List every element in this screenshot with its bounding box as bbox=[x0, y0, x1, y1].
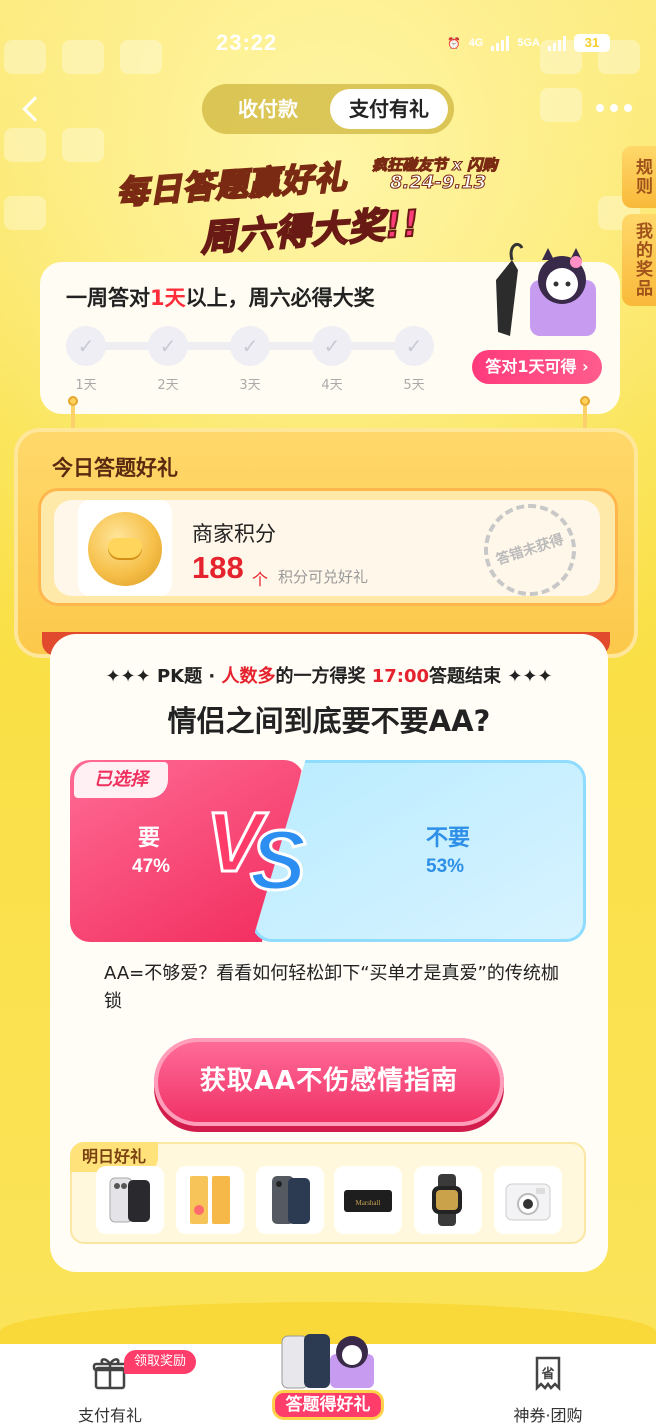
option-no-percent: 53% bbox=[426, 856, 465, 877]
question-card: ✦✦✦ PK题 · 人数多的一方得奖 17:00答题结束 ✦✦✦ 情侣之间到底要… bbox=[50, 634, 608, 1272]
check-icon: ✓ bbox=[394, 326, 434, 366]
hanger-right bbox=[580, 396, 590, 432]
status-icons: ⏰ 4G 5GA 31 bbox=[447, 34, 610, 52]
more-button[interactable] bbox=[596, 104, 632, 112]
banner-dates: 8.24-9.13 bbox=[389, 172, 487, 194]
chevron-left-icon bbox=[22, 96, 48, 122]
reward-note: 积分可兑好礼 bbox=[278, 568, 369, 586]
product-speaker[interactable]: Marshall bbox=[334, 1166, 402, 1234]
back-button[interactable] bbox=[20, 96, 50, 126]
tab-pay-collect[interactable]: 收付款 bbox=[210, 89, 326, 129]
day-step: ✓ 3天 bbox=[230, 326, 270, 393]
reward-name: 商家积分 bbox=[192, 522, 276, 546]
gold-ingot-icon bbox=[88, 512, 162, 586]
nav-quiz-label: 答题得好礼 bbox=[272, 1390, 384, 1420]
instant-camera-icon bbox=[505, 1183, 551, 1221]
reward-unit: 个 bbox=[252, 570, 269, 589]
product-phone[interactable] bbox=[256, 1166, 324, 1234]
red-envelope-icon bbox=[190, 1176, 230, 1224]
day-progress: ✓ 1天 ✓ 2天 ✓ 3天 ✓ 4天 ✓ 5天 bbox=[66, 326, 436, 393]
prize-mascot-umbrella-image bbox=[496, 243, 596, 336]
get-guide-button[interactable]: 获取AA不伤感情指南 bbox=[154, 1038, 504, 1126]
today-reward-card: 今日答题好礼 商家积分 188 个 积分可兑好礼 答错未获得 bbox=[14, 428, 638, 658]
rules-tab[interactable]: 规则 bbox=[622, 146, 656, 208]
check-icon: ✓ bbox=[66, 326, 106, 366]
option-yes-percent: 47% bbox=[132, 856, 171, 877]
check-icon: ✓ bbox=[148, 326, 188, 366]
status-time: 23:22 bbox=[216, 30, 278, 55]
event-banner: 每日答题赢好礼 周六得大奖!! 疯狂碰友节 x 闪购 8.24-9.13 bbox=[110, 150, 550, 261]
product-instant-camera[interactable] bbox=[494, 1166, 562, 1234]
vs-emblem: V S bbox=[204, 794, 326, 909]
my-prizes-tab[interactable]: 我的奖品 bbox=[622, 214, 656, 306]
reward-value: 188 bbox=[192, 550, 244, 585]
iphone-icon bbox=[109, 1177, 150, 1223]
svg-text:省: 省 bbox=[540, 1366, 554, 1382]
product-iphone[interactable] bbox=[96, 1166, 164, 1234]
check-icon: ✓ bbox=[312, 326, 352, 366]
reward-thumbnail bbox=[78, 500, 172, 596]
status-bar: 23:22 ⏰ 4G 5GA 31 bbox=[0, 28, 656, 62]
day-step: ✓ 1天 bbox=[66, 326, 106, 393]
nav-coupons-groupbuy[interactable]: 省 神券·团购 bbox=[478, 1354, 618, 1424]
gift-claim-button[interactable]: 答对1天可得 › bbox=[472, 350, 602, 384]
product-red-envelope[interactable] bbox=[176, 1166, 244, 1234]
nav-pay-rewards-label: 支付有礼 bbox=[77, 1406, 142, 1424]
alarm-icon: ⏰ bbox=[446, 37, 461, 50]
phone-icon bbox=[272, 1176, 310, 1224]
selected-badge: 已选择 bbox=[74, 762, 168, 798]
weekly-progress-card: 一周答对1天以上，周六必得大奖 ✓ 1天 ✓ 2天 ✓ 3天 ✓ 4天 ✓ 5天 答对1天… bbox=[40, 243, 620, 414]
day-step: ✓ 2天 bbox=[148, 326, 188, 393]
tomorrow-gifts: 明日好礼 Marshall bbox=[70, 1142, 586, 1244]
quiz-prizes-image bbox=[281, 1334, 374, 1389]
question-description: AA=不够爱？看看如何轻松卸下“买单才是真爱”的传统枷锁 bbox=[104, 963, 559, 1012]
claim-reward-tag: 领取奖励 bbox=[124, 1350, 196, 1374]
smartwatch-icon bbox=[432, 1174, 462, 1226]
option-yes-label: 要 bbox=[138, 826, 161, 851]
product-smartwatch[interactable] bbox=[414, 1166, 482, 1234]
vs-letter-s: S bbox=[248, 812, 307, 909]
question-header: ✦✦✦ PK题 · 人数多的一方得奖 17:00答题结束 ✦✦✦ bbox=[105, 666, 553, 687]
signal-icon-2 bbox=[548, 35, 566, 51]
nav-coupons-label: 神券·团购 bbox=[513, 1406, 583, 1424]
hanger-left bbox=[68, 396, 78, 432]
segment-control: 收付款 支付有礼 bbox=[202, 84, 454, 134]
svg-text:Marshall: Marshall bbox=[356, 1199, 381, 1207]
question-text: 情侣之间到底要不要AA? bbox=[167, 704, 491, 738]
nav-quiz-rewards[interactable]: 答题得好礼 bbox=[272, 1330, 384, 1424]
signal-icon bbox=[491, 35, 510, 51]
coupon-icon: 省 bbox=[535, 1356, 561, 1392]
tab-pay-rewards[interactable]: 支付有礼 bbox=[330, 89, 448, 129]
day-step: ✓ 5天 bbox=[394, 326, 434, 393]
today-title: 今日答题好礼 bbox=[52, 456, 178, 480]
network-5ga-label: 5GA bbox=[517, 37, 540, 49]
day-step: ✓ 4天 bbox=[312, 326, 352, 393]
battery-icon: 31 bbox=[574, 34, 610, 52]
network-4g-label: 4G bbox=[468, 37, 484, 49]
speaker-icon: Marshall bbox=[344, 1190, 392, 1212]
weekly-title: 一周答对1天以上，周六必得大奖 bbox=[66, 286, 375, 310]
option-no-label: 不要 bbox=[426, 826, 471, 851]
check-icon: ✓ bbox=[230, 326, 270, 366]
